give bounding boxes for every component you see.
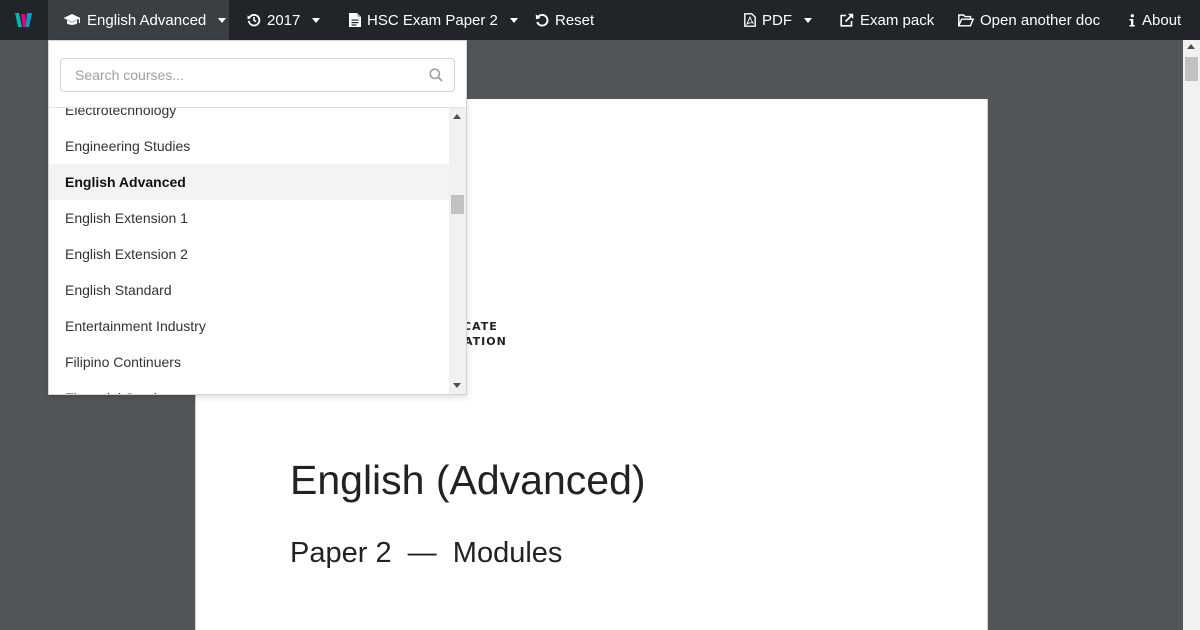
top-navbar: English Advanced 2017 HSC Exam Paper 2 R… bbox=[0, 0, 1200, 40]
course-list: Electrotechnology Engineering Studies En… bbox=[49, 108, 449, 394]
course-dropdown-menu: Electrotechnology Engineering Studies En… bbox=[48, 40, 467, 395]
reset-button[interactable]: Reset bbox=[535, 0, 594, 40]
course-search-input[interactable] bbox=[61, 59, 421, 91]
document-subtitle: Paper 2 — Modules bbox=[290, 537, 563, 569]
open-another-doc-button[interactable]: Open another doc bbox=[958, 0, 1100, 40]
course-option-english-extension-1[interactable]: English Extension 1 bbox=[49, 200, 449, 236]
chevron-down-icon bbox=[509, 17, 518, 23]
course-dropdown-toggle[interactable]: English Advanced bbox=[48, 0, 229, 40]
year-dropdown-toggle[interactable]: 2017 bbox=[247, 0, 321, 40]
course-option-filipino-continuers[interactable]: Filipino Continuers bbox=[49, 344, 449, 380]
file-text-icon bbox=[349, 13, 361, 27]
scroll-up-arrow-icon[interactable] bbox=[453, 114, 461, 119]
doc-header-line-1: CATE bbox=[463, 320, 498, 333]
exam-pack-link[interactable]: Exam pack bbox=[840, 0, 934, 40]
scroll-up-arrow-icon[interactable] bbox=[1187, 44, 1195, 49]
course-list-scrollbar[interactable] bbox=[449, 108, 466, 394]
history-icon bbox=[247, 14, 261, 27]
doc-header-line-2: ATION bbox=[464, 335, 507, 348]
course-option-english-standard[interactable]: English Standard bbox=[49, 272, 449, 308]
pdf-label: PDF bbox=[762, 11, 792, 29]
paper-dropdown-toggle[interactable]: HSC Exam Paper 2 bbox=[349, 0, 518, 40]
app-logo[interactable] bbox=[14, 12, 34, 28]
info-icon bbox=[1129, 13, 1135, 26]
search-icon bbox=[429, 68, 443, 82]
course-label: English Advanced bbox=[87, 11, 207, 29]
course-option-engineering-studies[interactable]: Engineering Studies bbox=[49, 128, 449, 164]
page-scrollbar[interactable] bbox=[1183, 40, 1200, 630]
external-link-icon bbox=[840, 13, 854, 27]
chevron-down-icon bbox=[312, 17, 321, 23]
about-button[interactable]: About bbox=[1128, 0, 1181, 40]
reset-label: Reset bbox=[555, 11, 595, 29]
undo-icon bbox=[535, 14, 549, 27]
course-option-english-extension-2[interactable]: English Extension 2 bbox=[49, 236, 449, 272]
chevron-down-icon bbox=[218, 17, 227, 23]
open-doc-label: Open another doc bbox=[980, 11, 1101, 29]
course-option-english-advanced[interactable]: English Advanced bbox=[49, 164, 449, 200]
document-title: English (Advanced) bbox=[290, 457, 646, 503]
page-scrollbar-thumb[interactable] bbox=[1185, 57, 1198, 81]
year-label: 2017 bbox=[267, 11, 301, 29]
course-option-electrotechnology[interactable]: Electrotechnology bbox=[49, 108, 449, 128]
course-list-scrollbar-thumb[interactable] bbox=[451, 195, 464, 214]
graduation-cap-icon bbox=[63, 14, 81, 25]
pdf-dropdown-toggle[interactable]: PDF bbox=[744, 0, 812, 40]
about-label: About bbox=[1142, 11, 1182, 29]
paper-label: HSC Exam Paper 2 bbox=[367, 11, 498, 29]
course-option-financial-services[interactable]: Financial Services bbox=[49, 380, 449, 394]
course-search-box bbox=[60, 58, 455, 92]
scroll-down-arrow-icon[interactable] bbox=[453, 383, 461, 388]
file-pdf-icon bbox=[744, 13, 756, 27]
course-option-entertainment-industry[interactable]: Entertainment Industry bbox=[49, 308, 449, 344]
exam-pack-label: Exam pack bbox=[860, 11, 935, 29]
chevron-down-icon bbox=[804, 17, 812, 23]
folder-open-icon bbox=[958, 13, 974, 26]
